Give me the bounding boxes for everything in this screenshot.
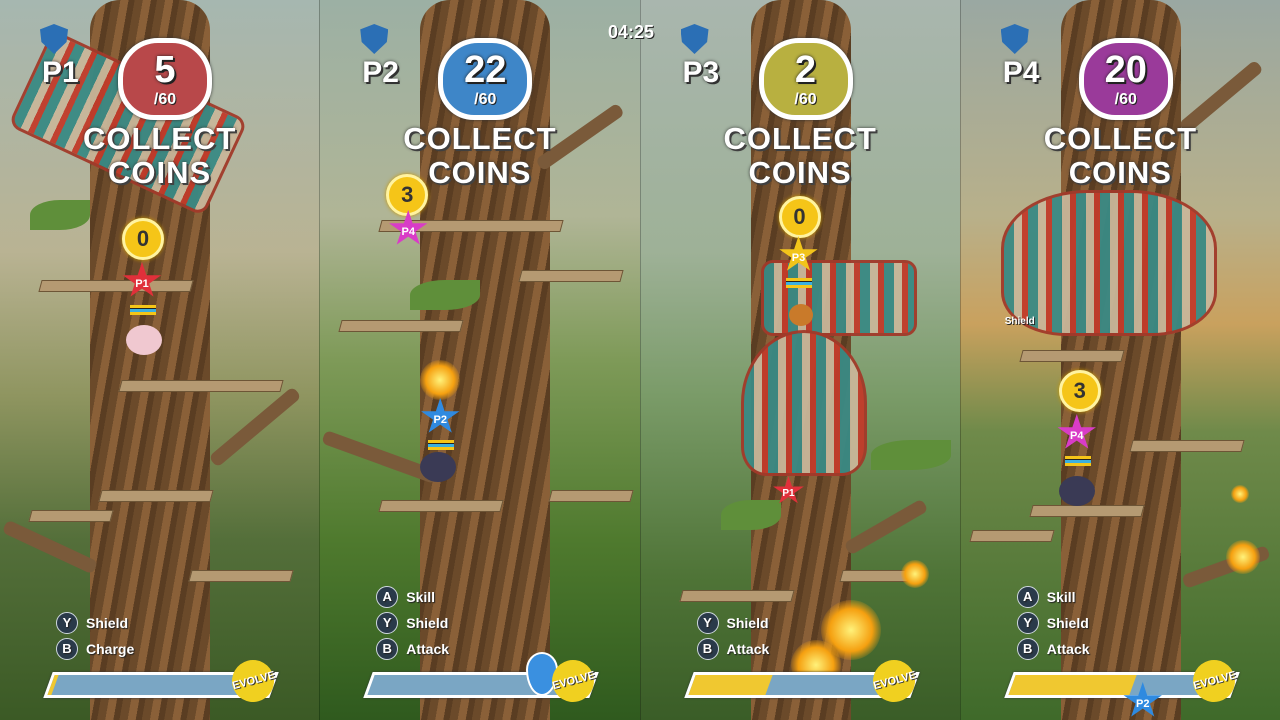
objective-text: COLLECT COINS xyxy=(1043,121,1198,190)
control-hint-b: B Charge xyxy=(56,638,134,660)
health-bars xyxy=(1064,456,1091,466)
coin-count: 20 xyxy=(1104,49,1147,91)
evolve-fill xyxy=(47,675,60,695)
leaf xyxy=(410,280,481,310)
coin-bag-counter: 20 /60 xyxy=(1078,38,1173,120)
control-hint-a: A Skill xyxy=(1016,586,1076,608)
y-button-icon: Y xyxy=(1016,612,1039,634)
control-hint-y: Y Shield xyxy=(376,612,448,634)
platform xyxy=(969,530,1055,542)
coin-bag-counter: 5 /60 xyxy=(118,38,212,120)
control-hint-b: B Attack xyxy=(376,638,449,660)
platform xyxy=(378,500,504,512)
b-button-icon: B xyxy=(696,638,719,660)
player-character xyxy=(1058,476,1095,506)
player-panel-p2: P2 22 /60 COLLECT COINS 3 P4 P2 A Skill Y… xyxy=(319,0,640,720)
a-button-icon: A xyxy=(1016,586,1039,608)
platform xyxy=(1129,440,1245,452)
objective-text: COLLECT COINS xyxy=(82,121,237,190)
coin-count: 2 xyxy=(794,49,817,91)
coin-bag-counter: 22 /60 xyxy=(438,38,533,120)
rival-coin-badge: 3 xyxy=(386,174,429,216)
control-hint-b: B Attack xyxy=(1016,638,1090,660)
platform xyxy=(1029,505,1145,517)
coin-count: 22 xyxy=(464,49,507,91)
platform xyxy=(548,490,634,502)
player-label: P3 xyxy=(682,56,720,89)
leaf xyxy=(30,200,90,230)
shield-icon xyxy=(360,24,389,54)
branch xyxy=(208,386,302,468)
fire-effect xyxy=(1230,485,1249,503)
platform xyxy=(1019,350,1125,362)
coin-glow xyxy=(420,360,461,400)
platform xyxy=(38,280,194,292)
character-coin-badge: 3 xyxy=(1058,370,1101,412)
platform xyxy=(518,270,624,282)
platform xyxy=(28,510,114,522)
coin-total: /60 xyxy=(474,91,497,108)
world-label: Shield xyxy=(1004,316,1035,327)
character-coin-badge: 0 xyxy=(122,218,164,260)
health-bars xyxy=(130,305,156,315)
b-button-icon: B xyxy=(376,638,399,660)
platform xyxy=(338,320,464,332)
platform xyxy=(678,590,795,602)
leaf xyxy=(720,500,781,530)
coin-total: /60 xyxy=(1114,91,1137,108)
y-button-icon: Y xyxy=(376,612,399,634)
evolve-fill xyxy=(1008,675,1137,695)
y-button-icon: Y xyxy=(56,612,78,634)
evolve-badge: EVOLVE xyxy=(867,655,920,707)
health-bars xyxy=(428,440,455,450)
control-hint-a: A Skill xyxy=(376,586,435,608)
totem-carving xyxy=(760,260,917,336)
objective-text: COLLECT COINS xyxy=(403,121,557,190)
player-panel-p1: P1 5 /60 COLLECT COINS 0 P1 Y Shield B Cha… xyxy=(0,0,320,720)
player-label: P2 xyxy=(362,56,399,89)
y-button-icon: Y xyxy=(696,612,719,634)
evolve-fill xyxy=(687,675,773,695)
health-bars xyxy=(785,278,812,288)
coin-bag-counter: 2 /60 xyxy=(758,38,853,120)
branch xyxy=(1,519,99,575)
b-button-icon: B xyxy=(1016,638,1039,660)
fire-effect xyxy=(900,560,929,588)
player-character xyxy=(788,304,813,326)
shield-icon xyxy=(1000,24,1029,54)
platform xyxy=(118,380,284,392)
leaf xyxy=(870,440,951,470)
coin-total: /60 xyxy=(794,91,817,108)
coin-total: /60 xyxy=(153,91,177,108)
split-screen: 04:25 P1 5 /60 COLLECT COINS 0 P1 Y Shiel… xyxy=(0,0,1280,720)
platform xyxy=(98,490,214,502)
objective-text: COLLECT COINS xyxy=(723,121,877,190)
player-label: P4 xyxy=(1002,56,1040,89)
evolve-fill xyxy=(367,675,375,695)
character-coin-badge: 0 xyxy=(778,196,821,238)
control-hint-b: B Attack xyxy=(696,638,769,660)
fire-effect xyxy=(1225,540,1260,574)
control-hint-y: Y Shield xyxy=(696,612,769,634)
control-hint-y: Y Shield xyxy=(56,612,128,634)
b-button-icon: B xyxy=(56,638,78,660)
a-button-icon: A xyxy=(376,586,399,608)
platform xyxy=(188,570,294,582)
control-hint-y: Y Shield xyxy=(1016,612,1089,634)
branch xyxy=(843,498,928,556)
player-character xyxy=(126,325,162,355)
player-character xyxy=(420,452,457,482)
shield-icon xyxy=(680,24,709,54)
totem-carving xyxy=(1000,190,1217,336)
player-panel-p4: P4 20 /60 COLLECT COINS Shield 3 P4 A Ski… xyxy=(959,0,1280,720)
player-label: P1 xyxy=(42,56,79,89)
player-panel-p3: P3 2 /60 COLLECT COINS 0 P3 P1 Y Shield B… xyxy=(639,0,960,720)
totem-carving xyxy=(740,330,867,476)
evolve-badge: EVOLVE xyxy=(227,655,279,707)
coin-count: 5 xyxy=(154,49,176,91)
evolve-badge: EVOLVE xyxy=(1188,655,1240,707)
match-timer: 04:25 xyxy=(608,22,655,42)
